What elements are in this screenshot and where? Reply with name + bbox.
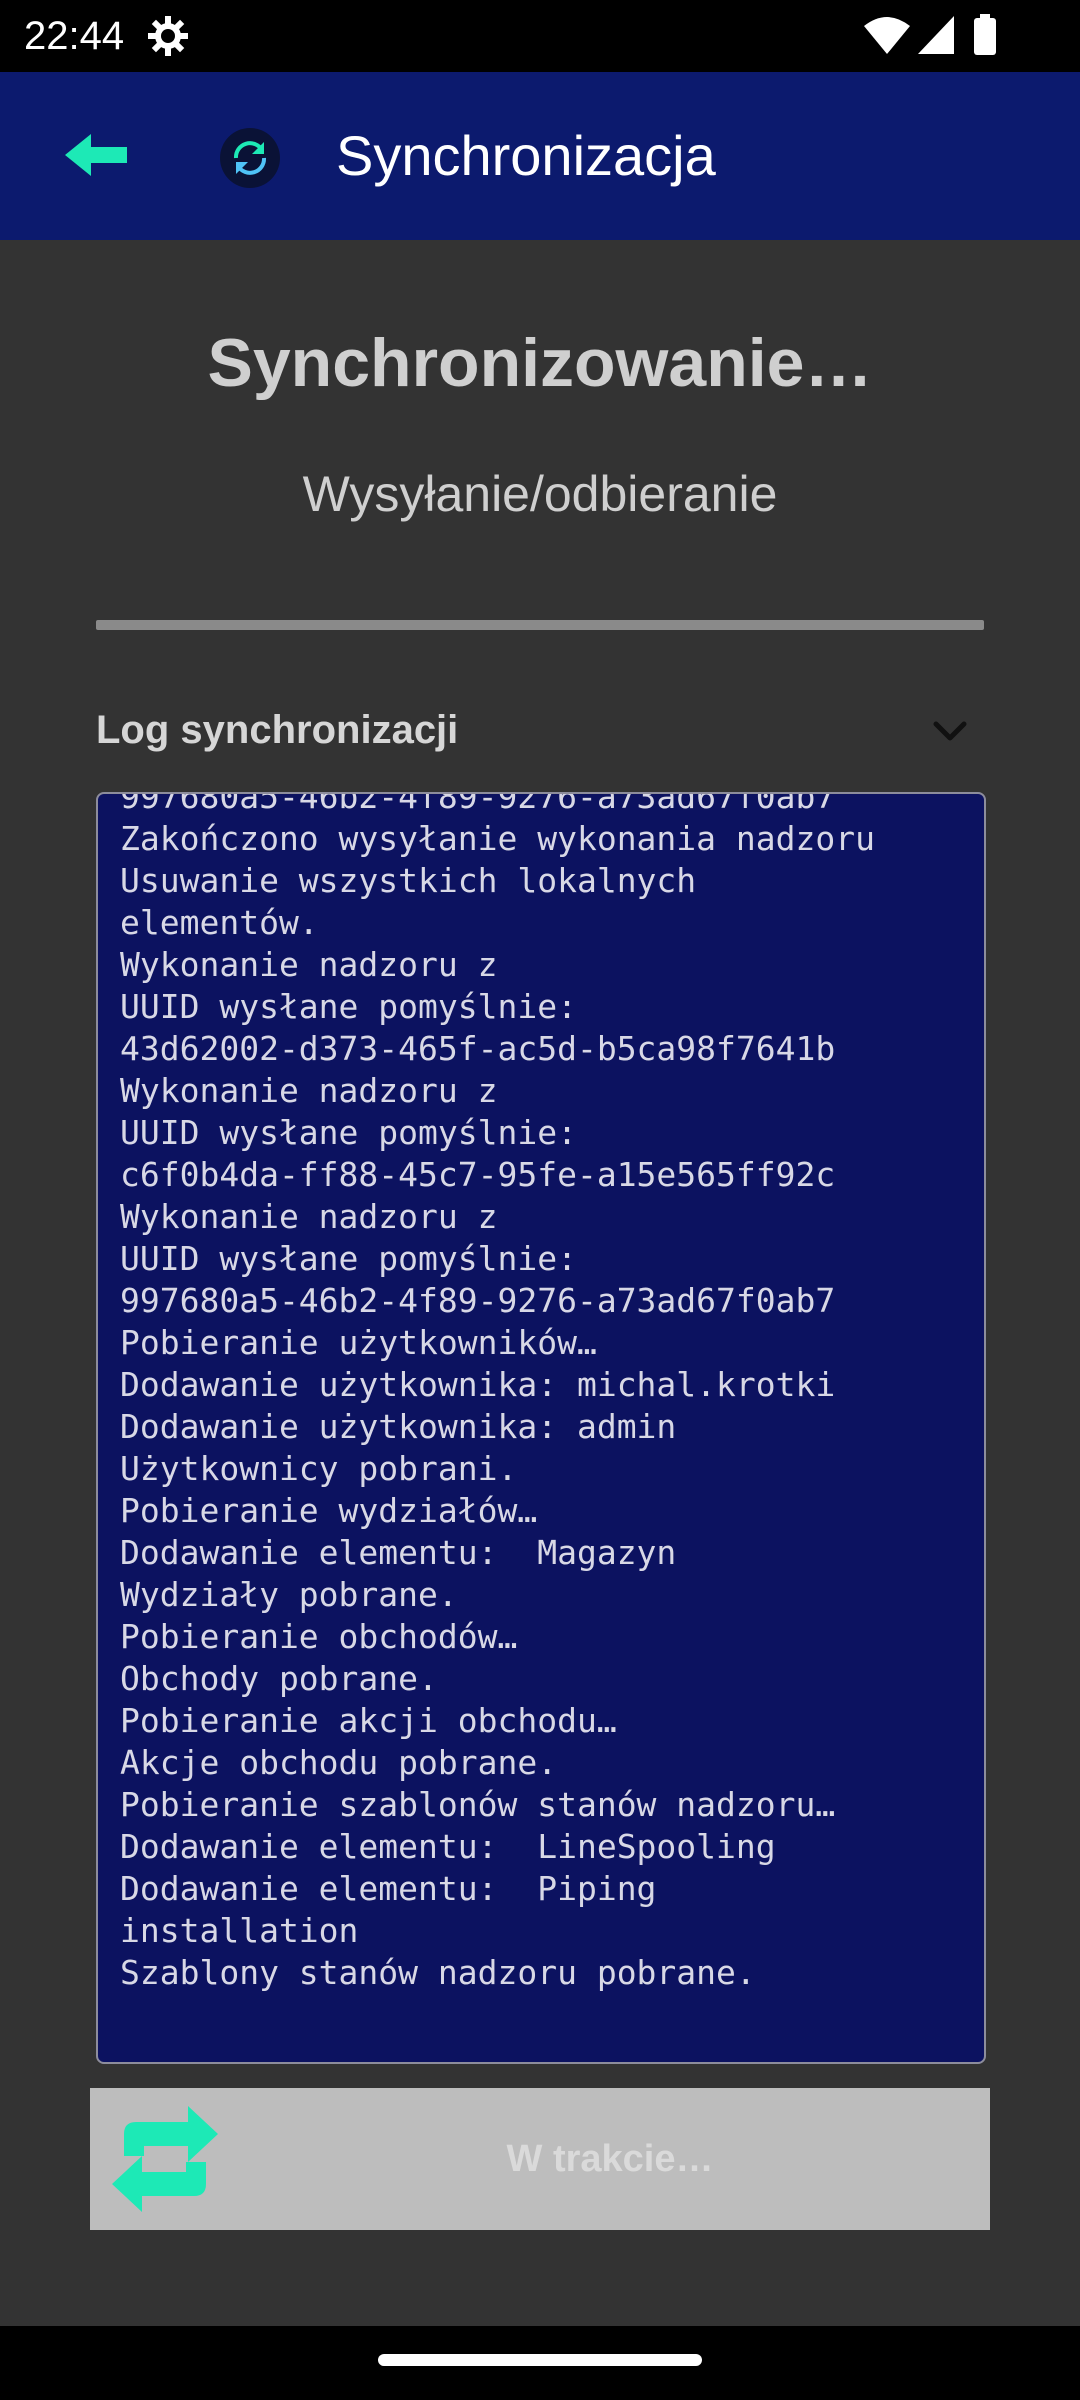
log-line: Pobieranie szablonów stanów nadzoru… xyxy=(120,1785,836,1824)
log-line: Dodawanie elementu: LineSpooling xyxy=(120,1827,776,1866)
log-line: UUID wysłane pomyślnie: xyxy=(120,1239,577,1278)
log-line: Szablony stanów nadzoru pobrane. xyxy=(120,1953,756,1992)
log-line: Pobieranie obchodów… xyxy=(120,1617,518,1656)
log-line: 997680a5-46b2-4f89-9276-a73ad67f0ab7 xyxy=(120,1281,836,1320)
log-line: 997680a5-46b2-4f89-9276-a73ad67f0ab7 xyxy=(120,792,836,816)
log-line: Pobieranie akcji obchodu… xyxy=(120,1701,617,1740)
sync-log-text: 997680a5-46b2-4f89-9276-a73ad67f0ab7 Zako… xyxy=(120,792,980,1994)
wifi-icon xyxy=(862,14,912,56)
log-line: Pobieranie użytkowników… xyxy=(120,1323,597,1362)
back-button[interactable] xyxy=(48,122,144,192)
status-bar: 22:44 xyxy=(0,0,1080,72)
log-line: Użytkownicy pobrani. xyxy=(120,1449,518,1488)
app-bar: Synchronizacja xyxy=(0,72,1080,240)
log-line: Wykonanie nadzoru z xyxy=(120,945,498,984)
log-line: 43d62002-d373-465f-ac5d-b5ca98f7641b xyxy=(120,1029,836,1068)
log-line: Wykonanie nadzoru z xyxy=(120,1071,498,1110)
log-line: Dodawanie elementu: Piping xyxy=(120,1869,657,1908)
page-title: Synchronizacja xyxy=(336,124,716,187)
log-line: Wydziały pobrane. xyxy=(120,1575,458,1614)
sync-heading: Synchronizowanie… xyxy=(207,325,873,401)
log-line: c6f0b4da-ff88-45c7-95fe-a15e565ff92c xyxy=(120,1155,836,1194)
battery-icon xyxy=(972,14,998,56)
progress-bar xyxy=(96,620,984,630)
sync-button-label: W trakcie… xyxy=(506,2138,714,2180)
sync-button[interactable]: W trakcie… xyxy=(90,2088,990,2230)
log-header[interactable]: Log synchronizacji xyxy=(96,690,984,770)
arrow-left-icon xyxy=(61,130,131,185)
sync-log[interactable]: 997680a5-46b2-4f89-9276-a73ad67f0ab7 Zako… xyxy=(96,792,986,2064)
log-line: Pobieranie wydziałów… xyxy=(120,1491,538,1530)
log-line: UUID wysłane pomyślnie: xyxy=(120,987,577,1026)
status-time: 22:44 xyxy=(24,14,125,58)
sync-circle-icon xyxy=(220,128,280,188)
log-line: Dodawanie użytkownika: michal.krotki xyxy=(120,1365,836,1404)
gear-icon xyxy=(146,14,190,58)
log-line: Obchody pobrane. xyxy=(120,1659,438,1698)
chevron-down-icon[interactable] xyxy=(928,708,972,752)
log-line: Dodawanie elementu: Magazyn xyxy=(120,1533,677,1572)
home-indicator[interactable] xyxy=(378,2354,702,2366)
sync-arrows-icon xyxy=(104,2100,226,2218)
log-line: Zakończono wysyłanie wykonania nadzoru xyxy=(120,819,875,858)
log-title: Log synchronizacji xyxy=(96,708,459,752)
log-line: Usuwanie wszystkich lokalnych xyxy=(120,861,697,900)
log-line: Wykonanie nadzoru z xyxy=(120,1197,498,1236)
signal-icon xyxy=(916,14,956,56)
navigation-bar xyxy=(0,2326,1080,2400)
sync-subheading: Wysyłanie/odbieranie xyxy=(302,466,778,522)
log-line: UUID wysłane pomyślnie: xyxy=(120,1113,577,1152)
log-line: Akcje obchodu pobrane. xyxy=(120,1743,558,1782)
log-line: elementów. xyxy=(120,903,319,942)
log-line: installation xyxy=(120,1911,359,1950)
log-line: Dodawanie użytkownika: admin xyxy=(120,1407,677,1446)
